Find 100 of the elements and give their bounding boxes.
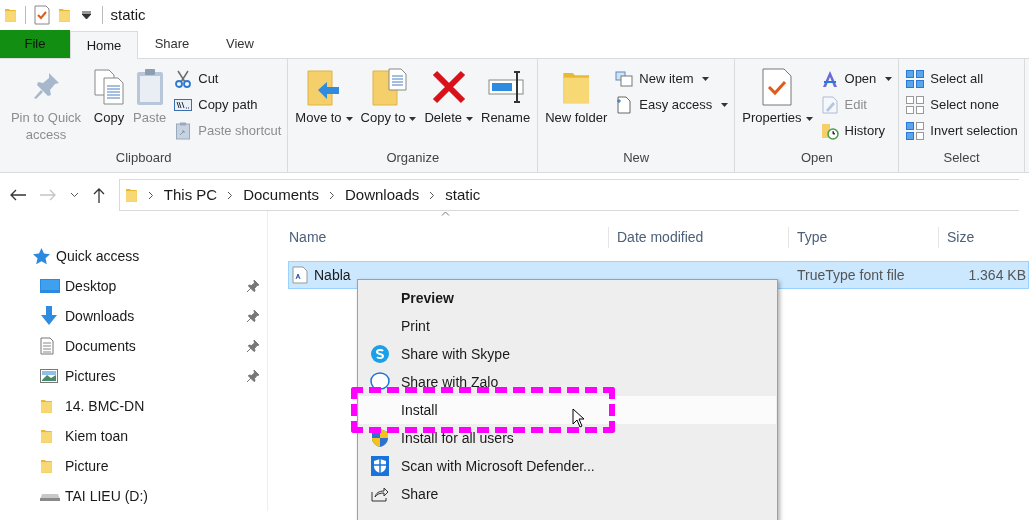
- ribbon-button[interactable]: Open: [817, 67, 895, 91]
- ribbon-button[interactable]: Copy: [90, 65, 128, 126]
- open-icon: [820, 70, 839, 88]
- group-label: Open: [800, 148, 833, 167]
- ribbon-button[interactable]: Select none: [903, 93, 1020, 117]
- ribbon-button[interactable]: History: [817, 119, 895, 143]
- down-arrow-icon: [40, 306, 58, 326]
- menu-item[interactable]: Share with Skype: [359, 340, 776, 368]
- column-header[interactable]: Type: [788, 226, 938, 248]
- menu-item[interactable]: Install: [359, 396, 776, 424]
- chevron-right-icon: [227, 190, 234, 200]
- rename-icon: [486, 70, 525, 104]
- drive-icon: [40, 491, 60, 501]
- ribbon-button[interactable]: Invert selection: [903, 119, 1020, 143]
- select-all-icon: [906, 70, 925, 88]
- breadcrumb-item[interactable]: Documents: [243, 183, 319, 207]
- nav-item[interactable]: Documents: [40, 331, 267, 361]
- select-none-icon: [906, 96, 925, 114]
- caret-icon: [466, 116, 473, 121]
- ribbon-button[interactable]: Rename: [478, 65, 534, 126]
- caret-icon: [702, 77, 710, 81]
- group-label: New: [623, 148, 650, 167]
- group-label: Organize: [386, 148, 440, 167]
- shield-icon: [371, 456, 389, 476]
- desktop-icon: [40, 279, 60, 293]
- nav-header[interactable]: Quick access: [56, 245, 140, 267]
- scissors-icon: [175, 70, 192, 88]
- breadcrumb-item[interactable]: This PC: [163, 183, 218, 207]
- window-title: static: [110, 4, 146, 25]
- s-logo-icon: [371, 345, 389, 363]
- chevron-right-icon: [147, 190, 154, 200]
- shortcut-icon: [176, 122, 191, 140]
- chevron-down-icon[interactable]: [70, 192, 79, 198]
- share-icon: [371, 486, 389, 502]
- ribbon-button[interactable]: New folder: [542, 65, 611, 126]
- folder-icon: [57, 7, 71, 23]
- path-icon: [174, 99, 193, 111]
- ribbon-button[interactable]: Copy to: [357, 65, 420, 126]
- address-field[interactable]: This PC Documents Downloads static: [119, 179, 1019, 211]
- ribbon-button[interactable]: Easy access: [612, 93, 731, 117]
- menu-item[interactable]: Print: [359, 312, 776, 340]
- caret-icon: [409, 116, 417, 121]
- nav-item[interactable]: Pictures: [40, 361, 267, 391]
- star-icon: [33, 247, 50, 265]
- up-arrow-icon[interactable]: [93, 187, 105, 203]
- breadcrumb-item[interactable]: static: [445, 183, 481, 207]
- file-name: Nabla: [314, 265, 351, 285]
- ribbon-button[interactable]: New item: [612, 67, 731, 91]
- ribbon-button[interactable]: Cut: [171, 67, 284, 91]
- chevron-right-icon: [329, 190, 335, 200]
- ribbon-button[interactable]: Properties: [739, 65, 816, 126]
- new-item-icon: [615, 71, 634, 87]
- caret-icon[interactable]: [81, 11, 91, 19]
- group-label: Clipboard: [115, 148, 172, 167]
- ribbon-button[interactable]: Select all: [903, 67, 1020, 91]
- nav-item[interactable]: Picture: [40, 451, 267, 481]
- folder-copy-icon: [370, 68, 407, 106]
- checkmark-document-icon: [762, 68, 793, 106]
- ribbon-button[interactable]: Delete: [421, 65, 476, 126]
- shield-icon: [371, 428, 389, 448]
- caret-icon: [885, 77, 893, 81]
- caret-icon: [805, 116, 813, 121]
- folder-icon: [125, 187, 138, 203]
- edit-icon: [821, 96, 838, 114]
- back-arrow-icon[interactable]: [10, 189, 26, 201]
- caret-icon: [345, 116, 353, 121]
- history-icon: [820, 122, 839, 140]
- column-header[interactable]: Size: [938, 226, 1029, 248]
- menu-item[interactable]: Scan with Microsoft Defender...: [359, 452, 776, 480]
- file-type: TrueType font file: [796, 265, 906, 285]
- chevron-right-icon: [429, 190, 436, 200]
- file-tab[interactable]: File: [0, 30, 70, 58]
- menu-item[interactable]: Share with Zalo: [359, 368, 776, 396]
- ribbon-button[interactable]: Move to: [292, 65, 356, 126]
- file-size: 1.364 KB: [967, 265, 1027, 285]
- nav-item[interactable]: Desktop: [40, 271, 267, 301]
- folder-icon: [40, 398, 53, 414]
- ribbon-tab[interactable]: Home: [70, 31, 138, 59]
- folder-icon: [4, 7, 17, 23]
- copy-icon: [93, 68, 125, 106]
- group-label: Select: [943, 148, 980, 167]
- ribbon-button[interactable]: Copy path: [171, 93, 284, 117]
- checkmark-document-icon[interactable]: [33, 5, 50, 25]
- nav-item[interactable]: Downloads: [40, 301, 267, 331]
- mouse-pointer-icon: [572, 408, 585, 428]
- document-icon: [40, 337, 54, 355]
- menu-item[interactable]: Share: [359, 480, 776, 508]
- nav-item[interactable]: Kiem toan: [40, 421, 267, 451]
- column-header[interactable]: Name: [288, 226, 608, 248]
- folder-arrow-icon: [306, 68, 342, 106]
- folder-icon: [40, 458, 53, 474]
- clipboard-icon: [135, 68, 164, 106]
- invert-selection-icon: [906, 122, 925, 140]
- breadcrumb-item[interactable]: Downloads: [345, 183, 420, 207]
- image-icon: [40, 369, 58, 383]
- document-icon: [616, 96, 633, 114]
- nav-item[interactable]: TAI LIEU (D:): [40, 481, 267, 511]
- nav-item[interactable]: 14. BMC-DN: [40, 391, 267, 421]
- menu-item[interactable]: Install for all users: [359, 424, 776, 452]
- column-header[interactable]: Date modified: [608, 226, 788, 248]
